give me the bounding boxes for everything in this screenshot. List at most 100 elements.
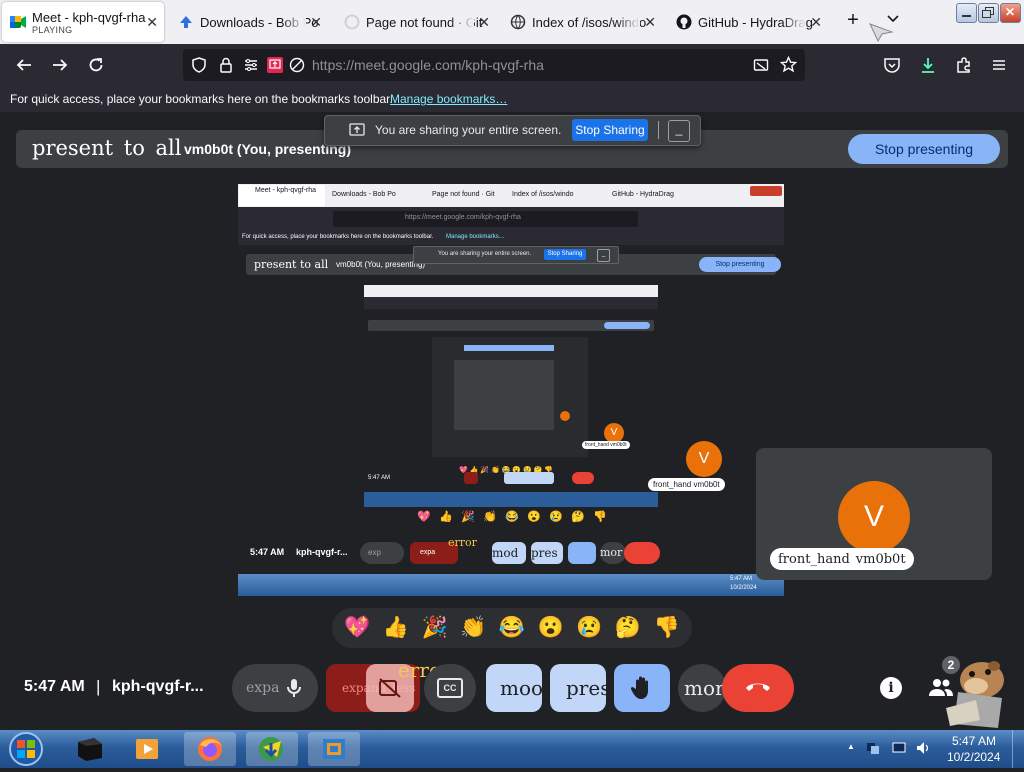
extensions-icon[interactable] <box>953 54 975 76</box>
close-tab-icon[interactable]: ✕ <box>810 14 822 31</box>
hand-icon <box>630 675 654 706</box>
forward-button[interactable] <box>49 54 71 76</box>
deep-screen-preview: V front_hand vm0b0t 💖 👍 🎉 👏 😂 😮 😢 🤔 👎 5:… <box>364 285 658 507</box>
participant-name-chip: front_hand vm0b0t <box>770 548 914 570</box>
manage-bookmarks-link[interactable]: Manage bookmarks… <box>390 92 507 106</box>
bookmarks-toolbar: For quick access, place your bookmarks h… <box>0 86 1024 112</box>
menu-hamburger-icon[interactable] <box>988 54 1010 76</box>
preview-toolbar: https://meet.google.com/kph-qvgf-rha <box>238 207 784 231</box>
navigation-toolbar: https://meet.google.com/kph-qvgf-rha <box>0 44 1024 86</box>
close-tab-icon[interactable]: ✕ <box>310 14 322 31</box>
close-window-button[interactable]: ✕ <box>1000 3 1021 23</box>
tray-date[interactable]: 10/2/2024 <box>947 750 1000 764</box>
surprised-reaction[interactable]: 😮 <box>538 616 564 640</box>
close-tab-icon[interactable]: ✕ <box>644 14 656 31</box>
screen-share-url-icon[interactable] <box>753 57 769 78</box>
close-tab-icon[interactable]: ✕ <box>478 14 490 31</box>
meet-icon <box>10 14 26 30</box>
deep-participant-label: front_hand vm0b0t <box>582 441 630 449</box>
tab-strip: Meet - kph-qvgf-rha PLAYING ✕ Downloads … <box>0 0 1024 44</box>
new-tab-button[interactable]: + <box>843 10 863 30</box>
close-tab-icon[interactable]: ✕ <box>146 14 158 31</box>
downloads-icon <box>178 14 194 30</box>
crying-reaction[interactable]: 😢 <box>576 616 602 640</box>
stop-presenting-button[interactable]: Stop presenting <box>848 134 1000 164</box>
tab-downloads[interactable]: Downloads - Bob Po ✕ <box>170 2 328 42</box>
url-text[interactable]: https://meet.google.com/kph-qvgf-rha <box>312 57 544 73</box>
tracking-protection-icon[interactable] <box>191 57 207 78</box>
tab-github-hydradrag[interactable]: GitHub - HydraDrag ✕ <box>668 2 828 42</box>
minimize-banner-button[interactable]: _ <box>668 120 690 142</box>
preview-bookmarks: For quick access, place your bookmarks h… <box>238 231 784 245</box>
tray-time[interactable]: 5:47 AM <box>952 734 996 748</box>
desktop-mascot-image <box>936 650 1022 735</box>
reactions-button[interactable]: moo <box>486 664 542 712</box>
tab-index-isos[interactable]: Index of /isos/windo ✕ <box>502 2 662 42</box>
bookmark-star-icon[interactable] <box>779 55 798 78</box>
sparkling-heart-reaction[interactable]: 💖 <box>344 616 370 640</box>
screen-sharing-indicator-icon[interactable] <box>267 57 283 73</box>
minimize-window-button[interactable] <box>956 3 977 23</box>
raised-hand-label: front_hand <box>778 551 850 567</box>
display-tray-icon[interactable] <box>892 741 906 755</box>
windows-taskbar: ▲ 5:47 AM 10/2/2024 <box>0 730 1024 768</box>
start-button[interactable] <box>4 731 48 767</box>
firefox-icon[interactable] <box>184 732 236 766</box>
show-hidden-icons-button[interactable]: ▲ <box>847 742 855 751</box>
laughing-reaction[interactable]: 😂 <box>499 616 525 640</box>
reload-button[interactable] <box>85 54 107 76</box>
idm-icon[interactable] <box>246 732 298 766</box>
lock-icon[interactable] <box>219 57 233 78</box>
url-bar[interactable]: https://meet.google.com/kph-qvgf-rha <box>183 49 805 81</box>
raise-hand-button[interactable] <box>614 664 670 712</box>
captions-button[interactable]: CC <box>424 664 476 712</box>
tab-page-not-found[interactable]: Page not found · Git ✕ <box>336 2 496 42</box>
present-now-button[interactable]: pres <box>550 664 606 712</box>
meeting-time: 5:47 AM <box>24 678 85 695</box>
autoplay-blocked-icon[interactable] <box>289 57 305 78</box>
screen-share-preview: Meet - kph-qvgf-rha Downloads - Bob Po P… <box>238 184 784 596</box>
downloads-button-icon[interactable] <box>917 54 939 76</box>
more-label: mor <box>684 676 725 700</box>
file-explorer-icon[interactable] <box>64 732 116 766</box>
preview-tab: GitHub - HydraDrag <box>612 191 674 198</box>
sharing-indicator-banner: You are sharing your entire screen. Stop… <box>324 115 701 146</box>
thumbs-up-reaction[interactable]: 👍 <box>383 616 409 640</box>
info-icon[interactable]: i <box>880 677 902 699</box>
media-player-icon[interactable] <box>122 732 174 766</box>
tab-title: Meet - kph-qvgf-rha <box>32 9 146 25</box>
mood-label: moo <box>500 676 542 700</box>
network-tray-icon[interactable] <box>866 741 880 755</box>
party-popper-reaction[interactable]: 🎉 <box>422 616 448 640</box>
participant-avatar: V <box>838 481 910 553</box>
preview-window-buttons <box>750 186 782 196</box>
audio-options-button[interactable]: expa <box>232 664 318 712</box>
leave-call-button[interactable] <box>722 664 794 712</box>
permissions-icon[interactable] <box>243 57 259 78</box>
more-options-button[interactable]: mor <box>678 664 726 712</box>
preview-sharing-banner: You are sharing your entire screen. Stop… <box>413 246 619 264</box>
divider <box>658 121 659 139</box>
tab-playing-label: PLAYING <box>32 24 73 35</box>
preview-url: https://meet.google.com/kph-qvgf-rha <box>405 214 521 221</box>
github-icon <box>676 14 692 30</box>
preview-taskbar: 5:47 AM 10/2/2024 <box>238 574 784 596</box>
stop-sharing-button[interactable]: Stop Sharing <box>572 119 648 141</box>
preview-tab: Page not found · Git <box>432 191 495 198</box>
present-label: pres <box>566 676 606 700</box>
tab-meet[interactable]: Meet - kph-qvgf-rha PLAYING ✕ <box>2 2 164 42</box>
expand-label: expa <box>246 680 280 696</box>
thumbs-down-reaction[interactable]: 👎 <box>654 616 680 640</box>
preview-participant-label: front_hand vm0b0t <box>648 478 725 491</box>
preview-avatar: V <box>686 441 722 477</box>
mic-icon[interactable] <box>282 676 306 705</box>
thinking-reaction[interactable]: 🤔 <box>615 616 641 640</box>
back-button[interactable] <box>13 54 35 76</box>
restore-window-button[interactable] <box>978 3 999 23</box>
virtualbox-icon[interactable] <box>308 732 360 766</box>
clapping-reaction[interactable]: 👏 <box>460 616 486 640</box>
participant-tile[interactable]: V front_hand vm0b0t <box>756 448 992 580</box>
pocket-icon[interactable] <box>881 54 903 76</box>
show-desktop-button[interactable] <box>1012 730 1024 768</box>
volume-tray-icon[interactable] <box>916 741 930 755</box>
